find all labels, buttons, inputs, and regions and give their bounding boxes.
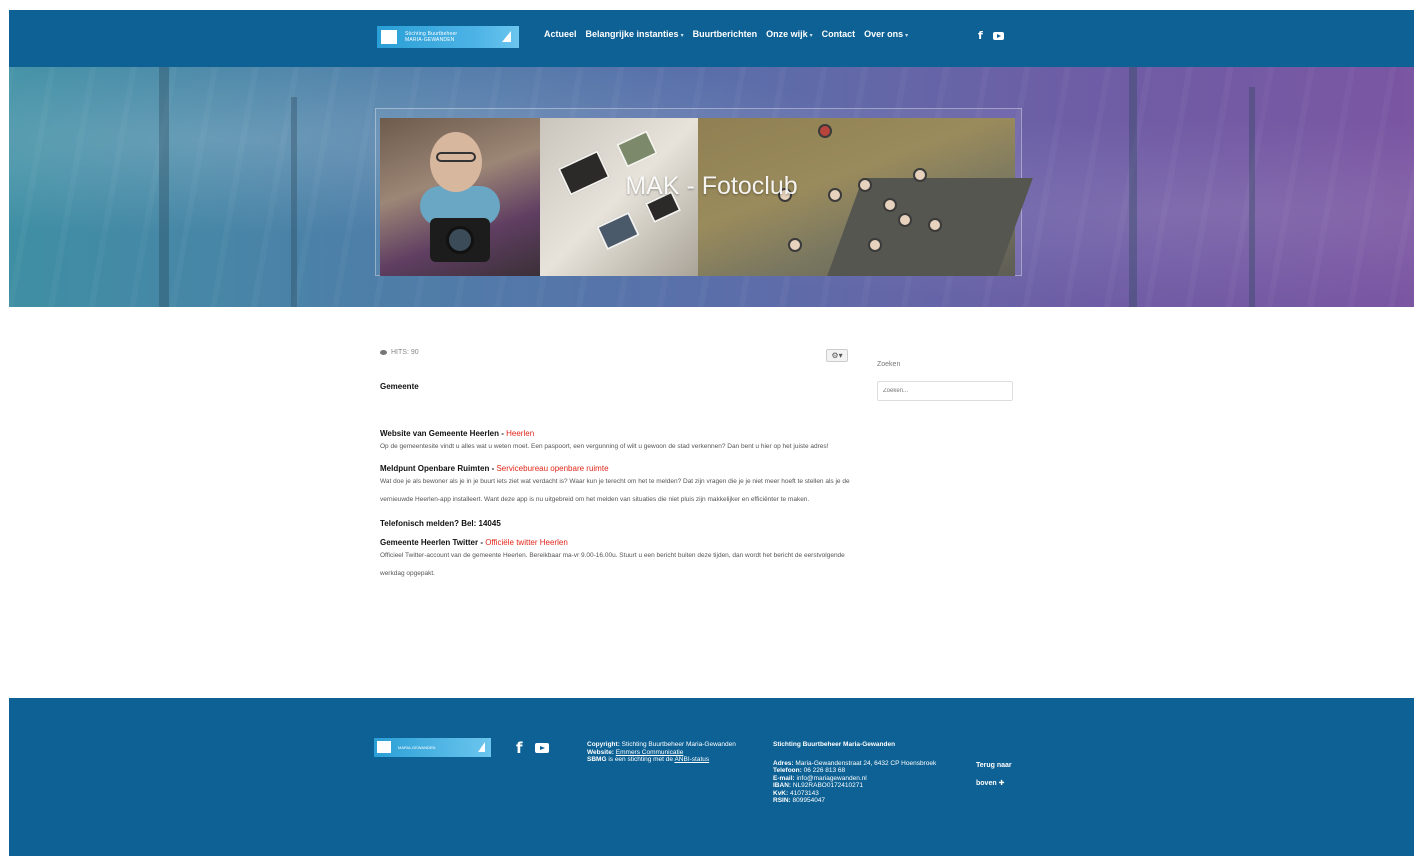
article-block: Gemeente Heerlen Twitter - Officiële twi… bbox=[380, 538, 850, 583]
rsin-text: 809954047 bbox=[792, 797, 826, 804]
sbmg-label: SBMG bbox=[587, 756, 607, 763]
top-navigation-bar: Stichting Buurtbeheer MARIA-GEWANDEN Act… bbox=[9, 10, 1414, 67]
footer-contact: Stichting Buurtbeheer Maria-Gewanden Adr… bbox=[773, 741, 963, 805]
block-title: Telefonisch melden? Bel: 14045 bbox=[380, 519, 850, 528]
facebook-icon[interactable]: f bbox=[978, 29, 983, 42]
gear-icon: ⚙▾ bbox=[831, 351, 843, 360]
logo-sail-icon bbox=[478, 742, 485, 752]
chevron-down-icon: ▾ bbox=[905, 33, 909, 39]
page-title: MAK - Fotoclub bbox=[625, 172, 798, 200]
block-text: Wat doe je als bewoner als je in je buur… bbox=[380, 478, 850, 503]
hero-banner: MAK - Fotoclub bbox=[9, 67, 1414, 307]
header-social-links: f bbox=[978, 29, 1004, 42]
email-link[interactable]: info@mariagewanden.nl bbox=[796, 775, 866, 782]
iban-label: IBAN: bbox=[773, 782, 792, 789]
sidebar: Zoeken bbox=[877, 361, 1013, 401]
iban-text: NL92RABO0172410271 bbox=[792, 782, 863, 789]
nav-item-label: Actueel bbox=[544, 29, 577, 39]
chevron-down-icon: ▾ bbox=[680, 33, 684, 39]
address-text: Maria-Gewandenstraat 24, 6432 CP Hoensbr… bbox=[795, 759, 937, 767]
copyright-label: Copyright: bbox=[587, 741, 620, 748]
footer-copyright: Copyright: Stichting Buurtbeheer Maria-G… bbox=[587, 741, 757, 764]
hits-counter: HITS: 90 bbox=[380, 349, 850, 356]
block-title: Gemeente Heerlen Twitter - Officiële twi… bbox=[380, 538, 850, 547]
eye-icon bbox=[380, 350, 387, 355]
address-label: Adres: bbox=[773, 759, 794, 767]
sbmg-text: is een stichting met de bbox=[608, 756, 673, 763]
block-title: Meldpunt Openbare Ruimten - Serviceburea… bbox=[380, 464, 850, 473]
block-text: Officieel Twitter-account van de gemeent… bbox=[380, 552, 845, 577]
hits-text: HITS: 90 bbox=[391, 349, 419, 356]
anbi-link[interactable]: ANBI-status bbox=[674, 756, 709, 763]
nav-item-belangrijke-instanties[interactable]: Belangrijke instanties ▾ bbox=[586, 29, 684, 39]
search-label: Zoeken bbox=[877, 361, 901, 368]
main-menu: Actueel Belangrijke instanties ▾ Buurtberic… bbox=[544, 29, 908, 39]
back-to-top-line2: boven bbox=[976, 780, 997, 787]
nav-item-label: Onze wijk bbox=[766, 29, 808, 39]
block-title: Website van Gemeente Heerlen - Heerlen bbox=[380, 429, 850, 438]
phone-label: Telefoon: bbox=[773, 767, 802, 774]
back-to-top-line1: Terug naar bbox=[976, 762, 1012, 769]
website-label: Website: bbox=[587, 748, 614, 756]
youtube-icon[interactable] bbox=[992, 31, 1004, 40]
article-blocks: Website van Gemeente Heerlen - Heerlen Op… bbox=[380, 429, 850, 583]
logo-sail-icon bbox=[502, 31, 511, 42]
logo-mark-icon bbox=[381, 30, 397, 44]
chevron-down-icon: ▾ bbox=[809, 33, 813, 39]
kvk-label: KvK: bbox=[773, 789, 789, 797]
youtube-icon[interactable] bbox=[534, 743, 549, 753]
nav-item-label: Over ons bbox=[864, 29, 904, 39]
rsin-label: RSIN: bbox=[773, 797, 791, 804]
nav-item-over-ons[interactable]: Over ons ▾ bbox=[864, 29, 908, 39]
article-heading: Gemeente bbox=[380, 382, 419, 391]
nav-item-actueel[interactable]: Actueel bbox=[544, 29, 577, 39]
facebook-icon[interactable]: f bbox=[516, 739, 523, 757]
block-title-text: Telefonisch melden? Bel: 14045 bbox=[380, 519, 501, 528]
nav-item-contact[interactable]: Contact bbox=[822, 29, 856, 39]
block-title-text: Gemeente Heerlen Twitter bbox=[380, 538, 479, 547]
block-text: Op de gemeentesite vindt u alles wat u w… bbox=[380, 443, 829, 450]
block-link[interactable]: Servicebureau openbare ruimte bbox=[496, 464, 608, 473]
search-input[interactable] bbox=[877, 381, 1013, 401]
plus-icon: ✚ bbox=[998, 780, 1005, 787]
website-link[interactable]: Emmers Communicatie bbox=[616, 749, 684, 756]
email-label: E-mail: bbox=[773, 774, 795, 782]
footer-logo[interactable]: MARIA-GEWANDEN bbox=[374, 738, 491, 757]
article-block: Website van Gemeente Heerlen - Heerlen Op… bbox=[380, 429, 850, 456]
block-title-text: Website van Gemeente Heerlen bbox=[380, 429, 500, 438]
nav-item-label: Buurtberichten bbox=[692, 29, 758, 39]
page-frame: Stichting Buurtbeheer MARIA-GEWANDEN Act… bbox=[9, 10, 1414, 856]
nav-item-buurtberichten[interactable]: Buurtberichten bbox=[693, 29, 758, 39]
logo-text: Stichting Buurtbeheer MARIA-GEWANDEN bbox=[405, 31, 457, 43]
site-logo[interactable]: Stichting Buurtbeheer MARIA-GEWANDEN bbox=[377, 26, 519, 48]
article-options-button[interactable]: ⚙▾ bbox=[826, 349, 848, 362]
block-link[interactable]: Officiële twitter Heerlen bbox=[485, 538, 568, 547]
article-block: Telefonisch melden? Bel: 14045 bbox=[380, 519, 850, 528]
footer-social-links: f bbox=[516, 739, 549, 757]
logo-mark-icon bbox=[377, 741, 391, 753]
block-link[interactable]: Heerlen bbox=[506, 429, 534, 438]
org-name: Stichting Buurtbeheer Maria-Gewanden bbox=[773, 741, 896, 748]
block-title-text: Meldpunt Openbare Ruimten bbox=[380, 464, 490, 473]
back-to-top-link[interactable]: Terug naar boven ✚ bbox=[976, 757, 1012, 793]
copyright-text: Stichting Buurtbeheer Maria-Gewanden bbox=[621, 741, 736, 748]
kvk-text: 41073143 bbox=[789, 789, 819, 797]
footer-logo-text: MARIA-GEWANDEN bbox=[398, 745, 436, 750]
logo-text-line2: MARIA-GEWANDEN bbox=[405, 37, 455, 43]
phone-text: 06 226 813 68 bbox=[803, 767, 846, 774]
article: HITS: 90 ⚙▾ Gemeente Website van Gemeent… bbox=[380, 349, 850, 583]
nav-item-label: Contact bbox=[821, 29, 856, 39]
footer: MARIA-GEWANDEN f Copyright: Stichting Bu… bbox=[9, 698, 1414, 856]
article-block: Meldpunt Openbare Ruimten - Serviceburea… bbox=[380, 464, 850, 509]
nav-item-label: Belangrijke instanties bbox=[585, 29, 679, 39]
nav-item-onze-wijk[interactable]: Onze wijk ▾ bbox=[766, 29, 813, 39]
